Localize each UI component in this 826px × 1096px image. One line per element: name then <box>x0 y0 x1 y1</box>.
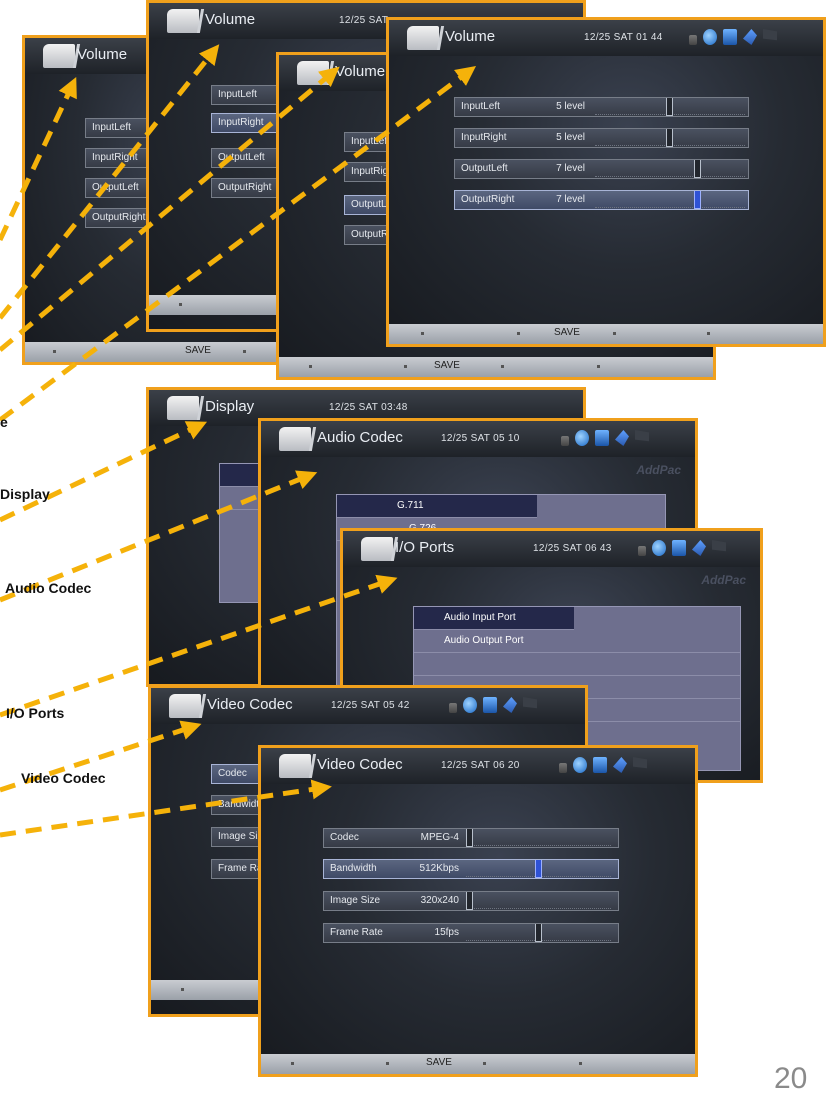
arrow-volume-4 <box>0 66 477 423</box>
arrow-io-ports <box>0 574 398 718</box>
callout-label-video-codec: Video Codec <box>21 770 106 786</box>
callout-label-display: Display <box>0 486 50 502</box>
arrow-volume-2 <box>0 44 220 320</box>
arrow-video-codec-2 <box>0 779 332 838</box>
arrow-volume-1 <box>0 76 77 242</box>
page-number: 20 <box>774 1062 808 1095</box>
callout-label-partial: e <box>0 414 8 430</box>
callout-arrows <box>0 44 477 838</box>
arrow-display <box>0 421 208 523</box>
callout-label-io-ports: I/O Ports <box>6 705 65 721</box>
callout-label-audio-codec: Audio Codec <box>5 580 92 596</box>
